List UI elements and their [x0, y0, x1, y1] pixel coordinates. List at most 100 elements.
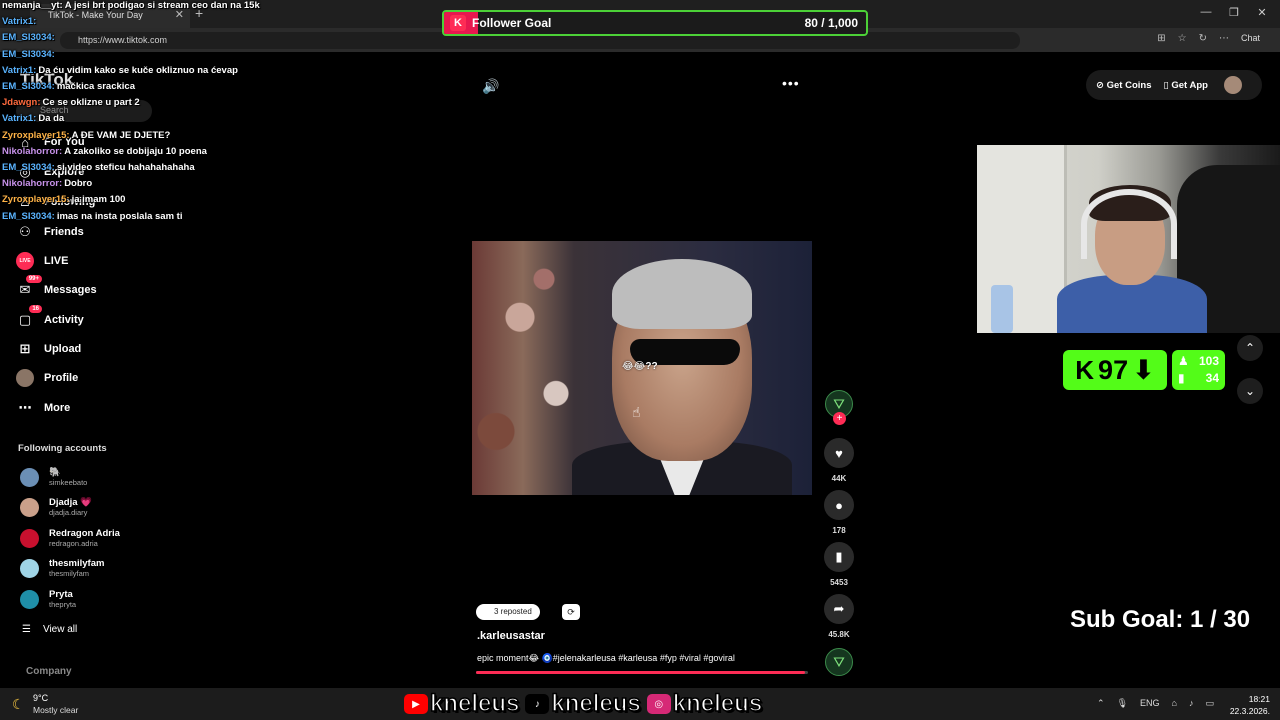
favorite-icon[interactable]: ☆	[1178, 33, 1187, 44]
share-button[interactable]: ➦	[824, 594, 854, 624]
headphones-icon	[1081, 189, 1177, 259]
instagram-handle: ◎ kneleus	[646, 689, 763, 718]
sidebar-item-more[interactable]: ⋯ More	[16, 399, 71, 417]
extensions-icon[interactable]: ⊞	[1157, 33, 1165, 44]
coin-icon: ⊘	[1096, 79, 1104, 91]
following-account[interactable]: 🐘 simkeebato	[20, 467, 87, 487]
avatar	[20, 467, 39, 487]
sidebar-item-upload[interactable]: ⊞ Upload	[16, 340, 82, 358]
account-text: Djadja 💗 djadja.diary	[49, 497, 92, 517]
sidebar-item-label: Messages	[44, 284, 97, 296]
chat-username: Vatrix1:	[2, 16, 37, 28]
view-all-link[interactable]: ☰ View all	[22, 624, 77, 635]
account-name: thesmilyfam	[49, 558, 105, 569]
account-handle: thesmilyfam	[49, 569, 90, 578]
sidebar-item-profile[interactable]: Profile	[16, 369, 78, 387]
kick-viewer-counter: K 97 ⬇	[1063, 350, 1167, 390]
like-button[interactable]: ♥	[824, 438, 854, 468]
music-creator-avatar[interactable]: ⛛	[825, 648, 853, 676]
follower-goal: K Follower Goal 80 / 1,000	[442, 10, 868, 36]
chat-text: Da ću vidim kako se kuče okliznuo na ćev…	[38, 64, 238, 76]
next-video-button[interactable]: ⌄	[1237, 378, 1263, 404]
chat-button[interactable]: Chat	[1241, 33, 1260, 44]
language-indicator[interactable]: ENG	[1140, 698, 1160, 709]
notification-badge: 16	[29, 305, 42, 313]
account-text: Redragon Adria redragon.adria	[49, 528, 120, 548]
sub-goal: Sub Goal: 1 / 30	[1070, 606, 1250, 634]
bookmark-icon: ▮	[835, 549, 843, 564]
video-author[interactable]: .karleusastar	[477, 630, 545, 642]
chat-username: EM_SI3034:	[2, 48, 55, 60]
tiktok-handle: ♪ kneleus	[525, 689, 642, 718]
user-avatar[interactable]	[1223, 76, 1242, 94]
webcam-feed	[977, 145, 1280, 333]
chat-message: Nikolahorror: A zakoliko se dobijaju 10 p…	[2, 146, 207, 157]
person-icon: ♟	[1178, 354, 1189, 368]
chat-message: EM_SI3034: si video steficu hahahahahaha	[2, 162, 195, 173]
chat-username: Nikolahorror:	[2, 145, 63, 157]
sidebar-item-label: Activity	[44, 314, 84, 326]
network-icon[interactable]: ⌂	[1172, 698, 1177, 709]
chat-message: nemanja__yt: A jesi brt podigao si stream…	[2, 0, 260, 11]
chevron-up-icon: ⌃	[1244, 341, 1256, 355]
follow-plus-icon[interactable]: +	[833, 412, 846, 425]
speaker-icon[interactable]: ♪	[1189, 698, 1194, 709]
live-icon: LIVE	[16, 252, 34, 270]
following-account[interactable]: Djadja 💗 djadja.diary	[20, 497, 92, 517]
close-window-icon[interactable]: ✕	[1252, 6, 1272, 19]
weather-moon-icon[interactable]: ☾	[12, 696, 25, 713]
share-count: 45.8K	[828, 630, 850, 639]
minimize-icon[interactable]: —	[1196, 6, 1216, 18]
sidebar-item-label: Friends	[44, 226, 84, 238]
chat-text: si video steficu hahahahahaha	[56, 162, 195, 173]
restore-icon[interactable]: ❐	[1224, 6, 1244, 19]
get-app-button[interactable]: ▯ Get App	[1163, 80, 1207, 91]
account-text: thesmilyfam thesmilyfam	[49, 558, 104, 578]
battery-icon[interactable]: ▭	[1205, 698, 1214, 709]
youtube-icon: ▶	[404, 694, 428, 714]
webcam-bottle	[991, 285, 1013, 333]
clock[interactable]: 18:21 22.3.2026.	[1230, 693, 1270, 717]
browser-toolbar: ⊞ ☆ ↻ ⋯ Chat	[1157, 33, 1260, 44]
chat-username: EM_SI3034:	[2, 32, 55, 44]
chevron-down-icon: ⌄	[1244, 384, 1256, 398]
kick-count: 97	[1098, 354, 1129, 385]
sub-goal-value: 1 / 30	[1190, 606, 1251, 633]
refresh-icon[interactable]: ↻	[1199, 33, 1207, 44]
volume-icon[interactable]: 🔊	[482, 78, 499, 95]
account-text: 🐘 simkeebato	[49, 467, 87, 487]
mic-icon[interactable]: 🎙	[1117, 698, 1128, 709]
tray-chevron-icon[interactable]: ⌃	[1097, 698, 1105, 709]
sidebar-item-activity[interactable]: ▢ 16 Activity	[16, 305, 84, 329]
save-button[interactable]: ▮	[824, 542, 854, 572]
comment-button[interactable]: ●	[824, 490, 854, 520]
chat-message: EM_SI3034:	[2, 32, 57, 43]
chat-text: A jesi brt podigao si stream ceo dan na …	[64, 0, 260, 11]
get-coins-button[interactable]: ⊘ Get Coins	[1096, 80, 1151, 91]
chat-username: EM_SI3034:	[2, 81, 55, 92]
sidebar-item-messages[interactable]: ✉ 99+ Messages	[16, 275, 97, 299]
previous-video-button[interactable]: ⌃	[1237, 335, 1263, 361]
kick-logo-icon: K	[450, 15, 466, 31]
following-account[interactable]: Pryta thepryta	[20, 589, 76, 609]
sidebar-item-live[interactable]: LIVE LIVE	[16, 252, 68, 270]
chat-message: Vatrix1: Da da	[2, 113, 64, 124]
repost-badge[interactable]: 3 reposted	[476, 604, 540, 620]
kick-stat-2: 34	[1205, 371, 1219, 385]
following-account[interactable]: Redragon Adria redragon.adria	[20, 528, 120, 548]
sub-goal-label: Sub Goal:	[1070, 606, 1184, 633]
messages-icon: ✉ 99+	[16, 275, 42, 299]
following-account[interactable]: thesmilyfam thesmilyfam	[20, 558, 104, 578]
instagram-icon: ◎	[646, 694, 671, 714]
account-handle: simkeebato	[49, 478, 88, 487]
video-person-hair	[612, 259, 752, 329]
more-options-icon[interactable]: •••	[782, 75, 800, 91]
video-player[interactable]: 😂😂??	[472, 241, 812, 495]
repost-icon[interactable]: ⟳	[562, 604, 580, 620]
upload-icon: ⊞	[19, 341, 31, 356]
sidebar-item-friends[interactable]: ⚇ Friends	[16, 223, 84, 241]
video-progress-bar[interactable]	[476, 671, 808, 674]
settings-icon[interactable]: ⋯	[1219, 33, 1229, 44]
chat-username: Jdawgn:	[2, 97, 41, 109]
company-link[interactable]: Company	[26, 666, 72, 677]
